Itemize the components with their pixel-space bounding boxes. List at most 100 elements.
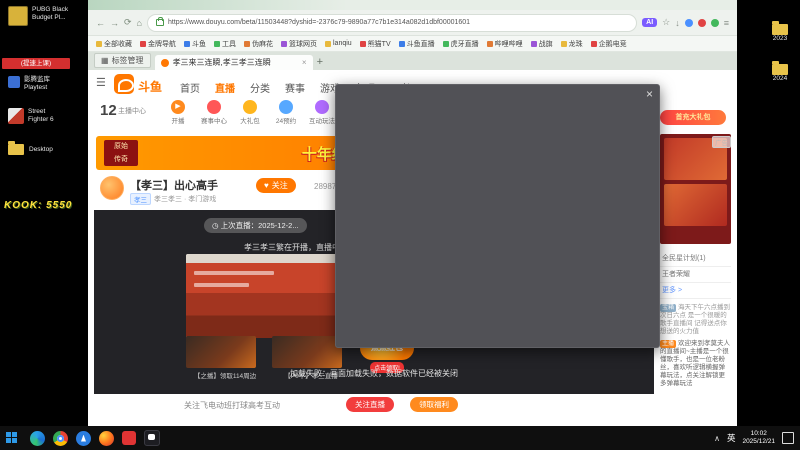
quick-item-esports-center[interactable]: 赛事中心 [196, 100, 232, 125]
browser-toolbar: ← → ⟳ ⌂ https://www.douyu.com/beta/11503… [88, 10, 737, 36]
url-text: https://www.douyu.com/beta/11503448?dysh… [167, 19, 471, 26]
download-icon[interactable]: ↓ [675, 18, 680, 28]
desktop-icon-label: 2023 [772, 35, 788, 42]
extension-icon[interactable] [684, 18, 693, 27]
streamer-avatar[interactable] [100, 176, 124, 200]
taskbar-kook-icon[interactable] [144, 430, 160, 446]
back-icon[interactable]: ← [96, 18, 105, 28]
streamer-name: 【孝三】出心高手 [130, 180, 218, 192]
bookmark-item[interactable]: 伪麻花 [244, 39, 273, 49]
desktop-icon-label: PUBG Black Budget Pl... [32, 6, 69, 21]
nav-item-esports[interactable]: 赛事 [285, 80, 305, 95]
bookmark-item[interactable]: 全部收藏 [96, 39, 132, 49]
extension-icon[interactable] [697, 18, 706, 27]
notification-center-icon[interactable] [782, 432, 794, 444]
quick-item-reserve[interactable]: 24预约 [268, 100, 304, 125]
home-icon[interactable]: ⌂ [137, 18, 142, 28]
bookmark-item[interactable]: 斗鱼 [184, 39, 206, 49]
bookmark-item[interactable]: 战旗 [530, 39, 553, 49]
quick-item-giftpack[interactable]: 大礼包 [232, 100, 268, 125]
anchor-center-label[interactable]: 主播中心 [118, 106, 146, 116]
desktop-icon-pubg[interactable]: PUBG Black Budget Pl... [8, 6, 86, 26]
first-charge-promo-button[interactable]: 首充大礼包 [660, 110, 726, 125]
streamer-tag: 孝三 [130, 193, 151, 205]
clock[interactable]: 10:02 2025/12/21 [742, 430, 775, 446]
player-thumb-1[interactable]: 【之播】领取114周边 [186, 336, 264, 380]
tab-manager-button[interactable]: ▦ 标签管理 [94, 53, 151, 68]
bookmark-item[interactable]: 斗鱼直播 [398, 39, 435, 49]
desktop-icon-playtest[interactable]: 影腾监库 Playtest [8, 76, 74, 92]
chat-badge-host: 主播 [660, 340, 677, 348]
dialog-overlay: × [335, 84, 660, 348]
date: 2025/12/21 [742, 438, 775, 445]
taskbar-firefox-icon[interactable] [99, 430, 114, 446]
nav-item-live[interactable]: 直播 [215, 80, 235, 95]
extension-icon[interactable] [710, 18, 719, 27]
heart-icon: ♥ [264, 181, 269, 190]
desktop-icon-label: 2024 [772, 75, 788, 82]
claim-bonus-button[interactable]: 领取福利 [410, 397, 458, 412]
side-item-more[interactable]: 更多 > [660, 282, 731, 299]
bookmark-item[interactable]: 熊猫TV [359, 39, 391, 49]
taskbar-chrome-icon[interactable] [53, 430, 68, 446]
taskbar-edge-icon[interactable] [30, 430, 45, 446]
douyu-logo-icon[interactable] [114, 74, 134, 94]
language-indicator[interactable]: 英 [727, 432, 736, 444]
bookmark-favicon [244, 40, 250, 47]
taskbar-red-app-icon[interactable] [122, 431, 136, 445]
desktop-icon-desktop-folder[interactable]: Desktop [8, 141, 53, 155]
menu-icon[interactable]: ≡ [724, 18, 729, 28]
bookmark-favicon [486, 40, 493, 47]
new-tab-button[interactable]: + [317, 56, 323, 68]
streamer-subtitle: 孝三孝三 · 孝门游戏 [154, 196, 217, 203]
bookmark-item[interactable]: 篮球网页 [281, 39, 317, 49]
reload-icon[interactable]: ⟳ [124, 17, 132, 28]
tab-active[interactable]: 孝三来三连瞬,孝三孝三连瞬 × [154, 55, 313, 70]
side-ad-block[interactable] [660, 134, 731, 244]
bookmark-item[interactable]: 虎牙直播 [442, 39, 479, 49]
nav-item-category[interactable]: 分类 [250, 80, 270, 95]
side-item-game[interactable]: 王者荣耀 [660, 266, 731, 283]
desktop-icon-label: 影腾监库 Playtest [24, 76, 50, 91]
chat-message-host: 主播 欢迎来到孝莫夫人的直播间~主播是一个很懂歌手，也是一位老粉丝，喜欢听逻辑横握… [660, 340, 731, 387]
start-button[interactable] [6, 432, 18, 444]
bookmark-favicon [281, 40, 287, 47]
close-tab-icon[interactable]: × [302, 58, 307, 67]
chat-badge: 宝箱 [660, 304, 677, 312]
screen: PUBG Black Budget Pl... (提速上课) 影腾监库 Play… [0, 0, 800, 450]
close-icon[interactable]: × [646, 87, 653, 101]
quick-item-broadcast[interactable]: ▶ 开播 [160, 100, 196, 125]
bookmark-star-icon[interactable]: ☆ [662, 17, 670, 28]
nav-item-home[interactable]: 首页 [180, 80, 200, 95]
address-bar[interactable]: https://www.douyu.com/beta/11503448?dysh… [146, 13, 638, 32]
bookmark-favicon [140, 40, 146, 47]
desktop-icon-2024[interactable]: 2024 [762, 61, 798, 83]
bookmark-item[interactable]: 金牌导航 [140, 39, 176, 49]
taskbar-browser-icon[interactable] [76, 430, 91, 446]
follow-live-button[interactable]: 关注直播 [346, 397, 394, 412]
sidebar-right: 首充大礼包 广告 全民星计划(1) 王者荣耀 更多 > 宝箱 海天下午六点播到次日… [660, 108, 731, 414]
quick-icons-row: ▶ 开播 赛事中心 大礼包 24预约 互动玩法 [160, 100, 340, 125]
side-item-star-plan[interactable]: 全民星计划(1) [660, 250, 731, 267]
last-live-pill: ◷ 上次直播：2025-12-2... [204, 218, 307, 233]
bookmark-item[interactable]: 企鹅电竞 [590, 39, 627, 49]
desktop-icon-class-shortcut[interactable]: (提速上课) [2, 58, 70, 69]
follow-button[interactable]: ♥ 关注 [256, 178, 296, 193]
sf6-icon [8, 108, 24, 124]
bookmark-favicon [442, 40, 449, 47]
thumbnail-image [272, 336, 342, 368]
bookmark-item[interactable]: 哔哩哔哩 [486, 39, 523, 49]
bookmark-item[interactable]: 龙珠 [560, 39, 583, 49]
douyu-logo-text[interactable]: 斗鱼 [138, 78, 162, 95]
bookmark-favicon [590, 40, 597, 47]
desktop-icon-2023[interactable]: 2023 [762, 21, 798, 43]
hamburger-icon[interactable]: ☰ [96, 76, 106, 89]
bookmarks-bar: 全部收藏 金牌导航 斗鱼 工具 伪麻花 篮球网页 lanqiu 熊猫TV 斗鱼直… [88, 36, 737, 52]
forward-icon[interactable]: → [110, 18, 119, 28]
tray-expand-icon[interactable]: ∧ [714, 434, 720, 443]
ai-assistant-button[interactable]: AI [642, 18, 658, 27]
bookmark-favicon [530, 40, 537, 47]
bookmark-item[interactable]: lanqiu [325, 40, 352, 47]
desktop-icon-sf6[interactable]: Street Fighter 6 [8, 108, 78, 124]
bookmark-item[interactable]: 工具 [214, 39, 236, 49]
